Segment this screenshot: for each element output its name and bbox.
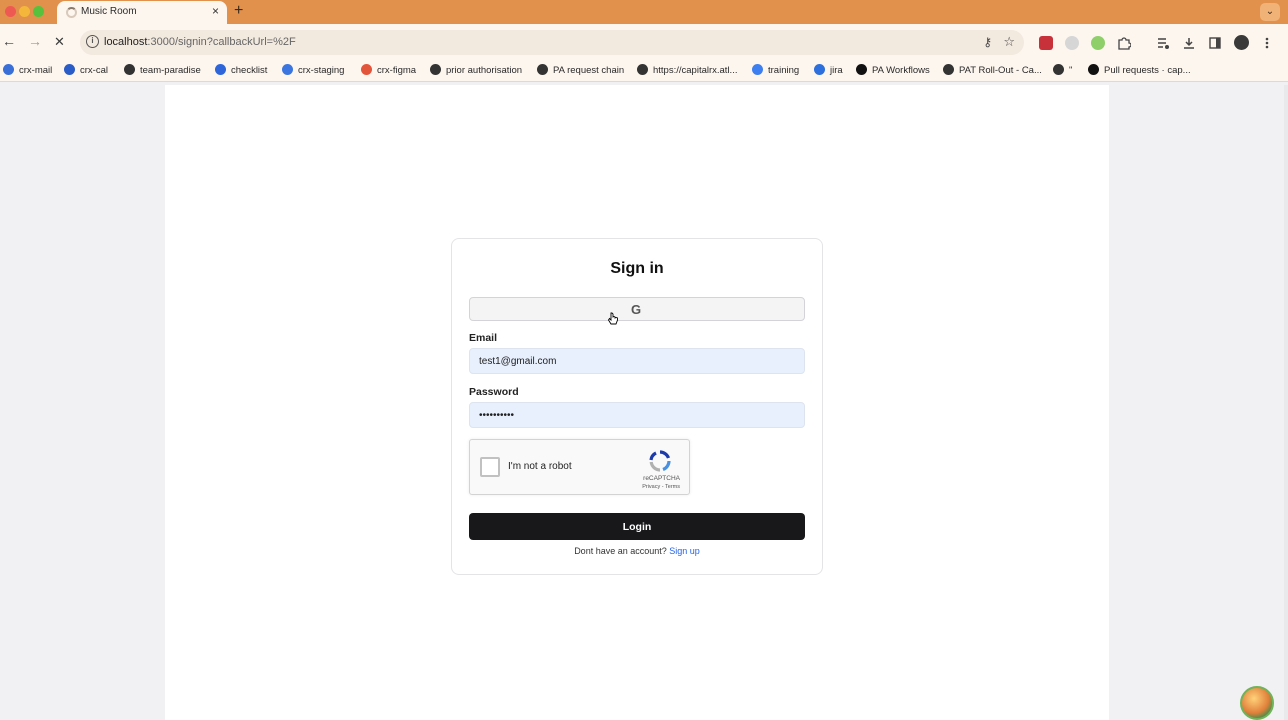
bookmark-item[interactable]: prior authorisation — [430, 64, 522, 76]
puzzle-extensions-icon[interactable] — [1117, 36, 1131, 50]
extension-green-icon[interactable] — [1091, 36, 1105, 50]
bookmark-label: PAT Roll-Out - Ca... — [959, 65, 1042, 76]
bookmark-item[interactable]: jira — [814, 64, 843, 76]
window-minimize-button[interactable] — [19, 6, 30, 17]
browser-toolbar: ← → ✕ i localhost:3000/signin?callbackUr… — [0, 24, 1288, 60]
forward-icon[interactable]: → — [28, 33, 42, 49]
bookmark-favicon-icon — [637, 64, 648, 75]
profile-avatar[interactable] — [1234, 35, 1249, 50]
tab-search-icon[interactable]: ⌄ — [1260, 3, 1280, 21]
new-tab-icon[interactable]: + — [234, 2, 243, 20]
bookmark-favicon-icon — [64, 64, 75, 75]
side-panel-icon[interactable] — [1208, 36, 1222, 50]
bookmarks-bar: crx-mail crx-cal team-paradise checklist crx… — [0, 60, 1288, 82]
recaptcha-widget: I'm not a robot reCAPTCHA Privacy - Term… — [469, 439, 690, 495]
bookmark-label: PA request chain — [553, 65, 625, 76]
address-bar[interactable]: i localhost:3000/signin?callbackUrl=%2F … — [80, 30, 1024, 55]
bookmark-favicon-icon — [124, 64, 135, 75]
url-path: :3000/signin?callbackUrl=%2F — [147, 36, 296, 48]
bookmark-item[interactable]: crx-mail — [3, 64, 52, 76]
bookmark-item[interactable]: crx-cal — [64, 64, 108, 76]
bookmark-label: PA Workflows — [872, 65, 930, 76]
bookmark-label: Pull requests · cap... — [1104, 65, 1191, 76]
bookmark-item[interactable]: checklist — [215, 64, 267, 76]
bookmark-favicon-icon — [537, 64, 548, 75]
bookmark-favicon-icon — [752, 64, 763, 75]
email-label: Email — [469, 332, 498, 344]
bookmark-favicon-icon — [361, 64, 372, 75]
bookmark-item[interactable]: PA Workflows — [856, 64, 930, 76]
browser-tabstrip: Music Room × + ⌄ — [0, 0, 1288, 24]
stop-loading-icon[interactable]: ✕ — [54, 34, 65, 50]
login-button[interactable]: Login — [469, 513, 805, 540]
bookmark-label: crx-mail — [19, 65, 53, 76]
url-host: localhost — [104, 36, 148, 48]
bookmark-label: checklist — [231, 65, 268, 76]
bookmark-label: crx-cal — [80, 65, 108, 76]
signup-prompt-row: Dont have an account? Sign up — [452, 546, 822, 556]
email-field[interactable] — [469, 348, 805, 374]
bookmark-favicon-icon — [814, 64, 825, 75]
password-label: Password — [469, 386, 519, 398]
google-icon: G — [631, 302, 642, 317]
address-url[interactable]: localhost:3000/signin?callbackUrl=%2F — [104, 36, 296, 48]
bookmark-label: " — [1069, 65, 1073, 76]
tab-music-room[interactable]: Music Room × — [57, 1, 227, 24]
bookmark-favicon-icon — [943, 64, 954, 75]
bookmark-favicon-icon — [282, 64, 293, 75]
signup-prompt-text: Dont have an account? — [574, 546, 667, 556]
password-field[interactable] — [469, 402, 805, 428]
bookmark-favicon-icon — [856, 64, 867, 75]
bookmark-favicon-icon — [1053, 64, 1064, 75]
bookmark-favicon-icon — [430, 64, 441, 75]
bookmark-label: crx-figma — [377, 65, 417, 76]
floating-assistant-avatar[interactable] — [1240, 686, 1274, 720]
window-close-button[interactable] — [5, 6, 16, 17]
bookmark-label: crx-staging — [298, 65, 345, 76]
bookmark-item[interactable]: team-paradise — [124, 64, 201, 76]
signup-link[interactable]: Sign up — [669, 546, 700, 556]
bookmark-item[interactable]: https://capitalrx.atl... — [637, 64, 737, 76]
bookmark-star-icon[interactable]: ☆ — [1003, 34, 1015, 50]
bookmark-label: prior authorisation — [446, 65, 523, 76]
bookmark-item[interactable]: crx-staging — [282, 64, 344, 76]
window-maximize-button[interactable] — [33, 6, 44, 17]
mouse-cursor-icon — [607, 312, 618, 325]
loading-spinner-icon — [66, 7, 77, 18]
password-key-icon[interactable]: ⚷ — [983, 35, 992, 49]
bookmark-item[interactable]: training — [752, 64, 799, 76]
bookmark-favicon-icon — [215, 64, 226, 75]
signin-card: Sign in G Email Password I'm not a robot… — [451, 238, 823, 575]
bookmark-item[interactable]: PAT Roll-Out - Ca... — [943, 64, 1042, 76]
recaptcha-logo-icon — [649, 450, 671, 472]
bookmark-favicon-icon — [3, 64, 14, 75]
bookmark-item[interactable]: Pull requests · cap... — [1088, 64, 1191, 76]
bookmark-item[interactable]: crx-figma — [361, 64, 416, 76]
back-icon[interactable]: ← — [2, 33, 16, 49]
recaptcha-privacy-terms-link[interactable]: Privacy - Terms — [642, 484, 680, 490]
tab-close-icon[interactable]: × — [212, 4, 219, 18]
bookmark-item[interactable]: PA request chain — [537, 64, 624, 76]
signin-title: Sign in — [610, 260, 664, 277]
recaptcha-checkbox[interactable] — [480, 457, 500, 477]
extension-gray-icon[interactable] — [1065, 36, 1079, 50]
bookmark-label: team-paradise — [140, 65, 201, 76]
extension-red-icon[interactable] — [1039, 36, 1053, 50]
bookmark-favicon-icon — [1088, 64, 1099, 75]
more-menu-icon[interactable] — [1262, 36, 1272, 50]
page-scrollbar[interactable] — [1284, 85, 1288, 720]
recaptcha-label: I'm not a robot — [508, 461, 572, 472]
bookmark-label: jira — [830, 65, 843, 76]
tab-title: Music Room — [81, 6, 137, 17]
site-info-icon[interactable]: i — [86, 35, 99, 48]
bookmark-label: https://capitalrx.atl... — [653, 65, 738, 76]
bookmark-item[interactable]: " — [1053, 64, 1072, 76]
recaptcha-brand: reCAPTCHA — [643, 475, 680, 482]
media-controls-icon[interactable] — [1156, 36, 1170, 50]
download-icon[interactable] — [1182, 36, 1196, 50]
google-signin-button[interactable]: G — [469, 297, 805, 321]
bookmark-label: training — [768, 65, 800, 76]
